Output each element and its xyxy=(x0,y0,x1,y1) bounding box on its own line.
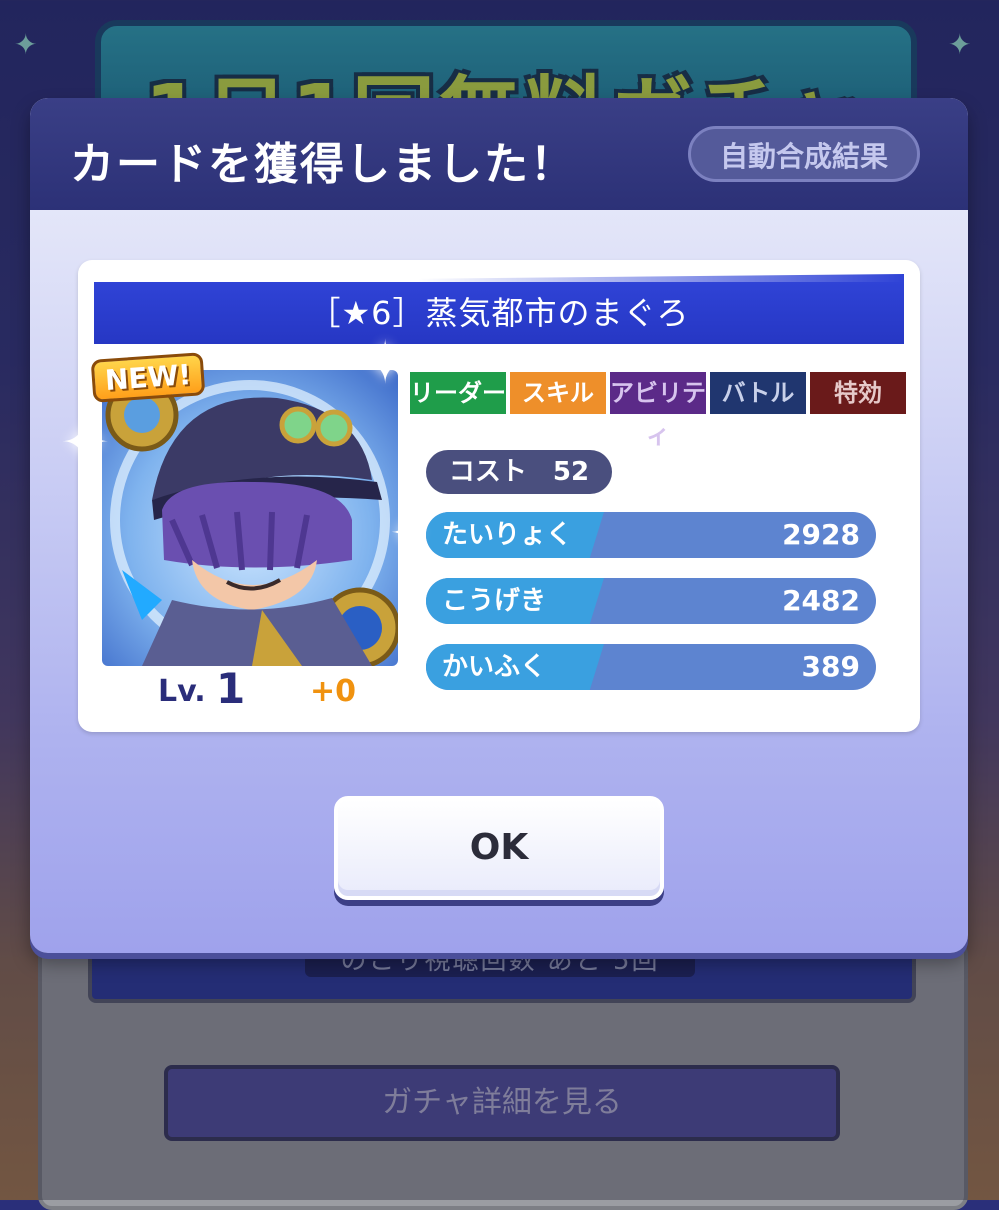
ok-button[interactable]: OK xyxy=(334,796,664,900)
level-label: Lv. xyxy=(158,674,206,709)
new-badge: NEW! xyxy=(90,352,206,403)
stat-label-hp: たいりょく xyxy=(426,512,604,558)
sparkle-icon: ✦ xyxy=(60,408,111,478)
sparkle-icon: ✦ xyxy=(360,328,411,398)
stat-label-recovery: かいふく xyxy=(426,644,604,690)
tab-leader[interactable]: リーダー xyxy=(410,372,506,414)
card-portrait-frame[interactable]: NEW! Lv. 1 +0 xyxy=(90,352,404,724)
card-acquired-dialog: カードを獲得しました！ 自動合成結果 ［★6］蒸気都市のまぐろ NEW! Lv.… xyxy=(30,98,968,953)
cost-badge: コスト 52 xyxy=(426,450,612,494)
card-portrait xyxy=(102,370,398,666)
tab-skill[interactable]: スキル xyxy=(510,372,606,414)
tab-special[interactable]: 特効 xyxy=(810,372,906,414)
tab-battle[interactable]: バトル xyxy=(710,372,806,414)
stat-value-attack: 2482 xyxy=(782,584,860,617)
stat-label-attack: こうげき xyxy=(426,578,604,624)
stat-row-recovery: かいふく 389 xyxy=(426,644,876,690)
tab-ability[interactable]: アビリティ xyxy=(610,372,706,449)
level-row: Lv. 1 +0 xyxy=(98,664,404,720)
auto-synthesis-result-button[interactable]: 自動合成結果 xyxy=(688,126,920,182)
stat-value-hp: 2928 xyxy=(782,518,860,551)
dialog-title: カードを獲得しました！ xyxy=(70,139,576,190)
card-detail-tabs: リーダー スキル アビリティ バトル 特効 xyxy=(410,372,906,449)
card-info-panel: ［★6］蒸気都市のまぐろ NEW! Lv. 1 +0 リーダー スキル アビリテ… xyxy=(78,260,920,732)
sparkle-icon: ✦ xyxy=(390,508,427,559)
card-name: ［★6］蒸気都市のまぐろ xyxy=(94,282,904,344)
stat-row-attack: こうげき 2482 xyxy=(426,578,876,624)
plus-value: +0 xyxy=(310,674,357,709)
dialog-header: カードを獲得しました！ 自動合成結果 xyxy=(30,98,968,210)
character-illustration xyxy=(105,378,398,666)
level-value: 1 xyxy=(216,664,246,713)
stat-row-hp: たいりょく 2928 xyxy=(426,512,876,558)
stat-value-recovery: 389 xyxy=(801,650,860,683)
